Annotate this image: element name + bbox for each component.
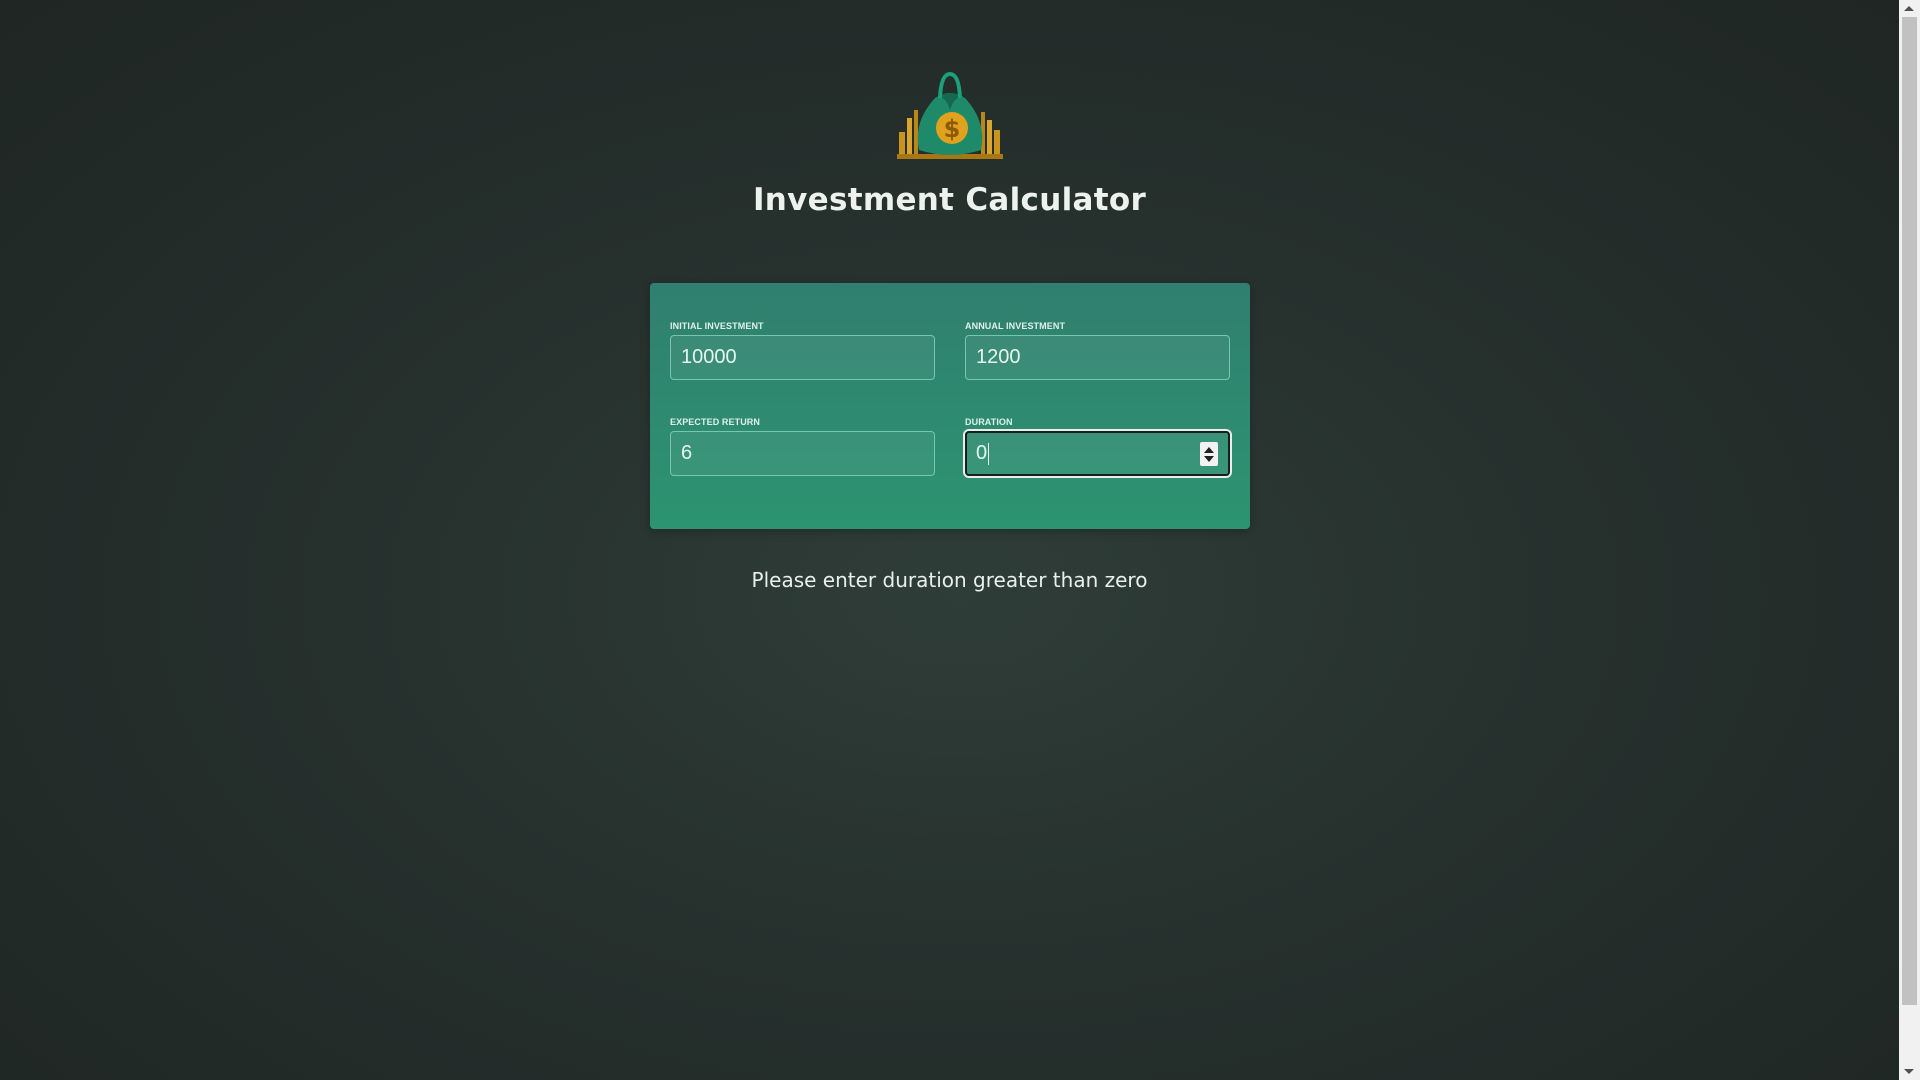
duration-input[interactable]: 0	[965, 431, 1230, 476]
page: $ Investment Calculator Initial Investme…	[0, 0, 1899, 1080]
input-card: Initial Investment 10000 Annual Investme…	[650, 283, 1250, 529]
svg-text:$: $	[943, 115, 960, 143]
validation-message: Please enter duration greater than zero	[751, 568, 1148, 592]
duration-field: Duration 0	[965, 417, 1230, 476]
initial-investment-label: Initial Investment	[670, 321, 764, 331]
stepper-down-icon[interactable]	[1204, 455, 1214, 462]
duration-label: Duration	[965, 417, 1013, 427]
scroll-down-icon[interactable]	[1904, 1069, 1914, 1074]
duration-stepper[interactable]	[1200, 442, 1218, 466]
input-row-2: Expected Return 6 Duration 0	[670, 417, 1230, 476]
text-caret	[988, 442, 990, 465]
stepper-up-icon[interactable]	[1204, 446, 1214, 453]
initial-investment-input[interactable]: 10000	[670, 335, 935, 380]
expected-return-value: 6	[681, 442, 693, 464]
input-row-1: Initial Investment 10000 Annual Investme…	[670, 321, 1230, 380]
annual-investment-field: Annual Investment 1200	[965, 321, 1230, 380]
expected-return-label: Expected Return	[670, 417, 761, 427]
annual-investment-label: Annual Investment	[965, 321, 1066, 331]
scrollbar-thumb[interactable]	[1902, 17, 1917, 1005]
duration-value: 0	[976, 442, 988, 464]
page-title: Investment Calculator	[752, 182, 1147, 218]
initial-investment-field: Initial Investment 10000	[670, 321, 935, 380]
header: $ Investment Calculator	[0, 70, 1899, 218]
annual-investment-value: 1200	[976, 346, 1021, 368]
scroll-up-icon[interactable]	[1904, 6, 1914, 11]
expected-return-input[interactable]: 6	[670, 431, 935, 476]
initial-investment-value: 10000	[681, 346, 737, 368]
money-bag-icon: $	[896, 71, 1003, 159]
vertical-scrollbar[interactable]	[1899, 0, 1920, 1080]
annual-investment-input[interactable]: 1200	[965, 335, 1230, 380]
expected-return-field: Expected Return 6	[670, 417, 935, 476]
